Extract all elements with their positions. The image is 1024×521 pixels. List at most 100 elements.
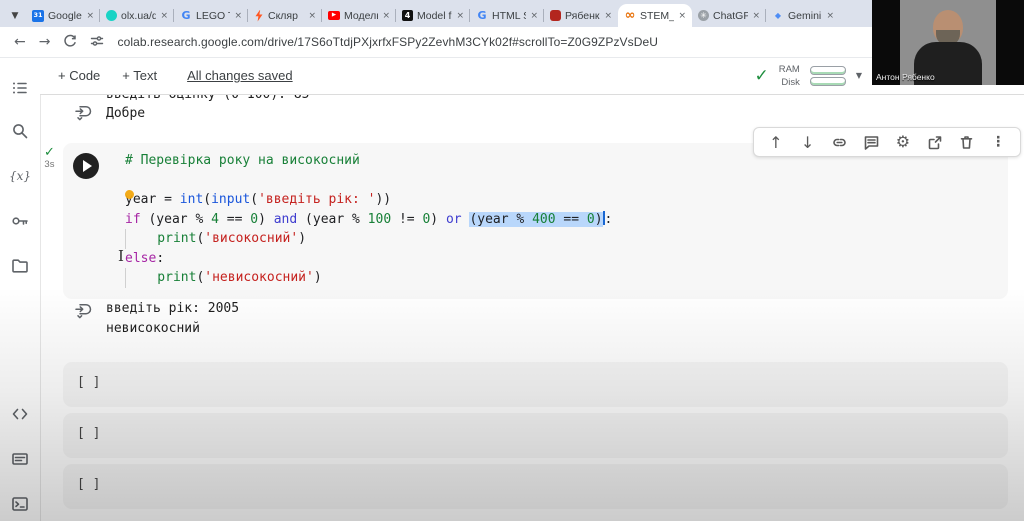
black-4-favicon: 4: [402, 10, 413, 21]
collaborator-cursor: [125, 190, 134, 199]
move-cell-down-icon[interactable]: ↓: [799, 133, 817, 151]
browser-tab-ChatGPT[interactable]: ✳ ChatGPT ×: [692, 4, 766, 27]
browser-tab-olx.ua/d[interactable]: olx.ua/d ×: [100, 4, 174, 27]
tab-close-icon[interactable]: ×: [86, 11, 94, 21]
code-line: # Перевірка року на високосний: [125, 151, 612, 171]
ram-label: RAM: [779, 63, 800, 76]
tab-title: Модель: [344, 10, 378, 22]
code-line: else:: [125, 249, 612, 269]
ram-usage-bar: [810, 66, 846, 75]
copy-link-icon[interactable]: [830, 133, 848, 151]
browser-tab-Gemini[interactable]: ◆ Gemini ×: [766, 4, 840, 27]
move-cell-up-icon[interactable]: ↑: [767, 133, 785, 151]
olx-favicon: [106, 10, 117, 21]
forward-icon[interactable]: →: [39, 35, 51, 49]
back-icon[interactable]: ←: [14, 35, 26, 49]
reload-icon[interactable]: [63, 34, 77, 50]
table-of-contents-icon[interactable]: [10, 78, 30, 98]
tab-title: Model f: [417, 10, 452, 22]
code-line: if (year % 4 == 0) and (year % 100 != 0)…: [125, 210, 612, 230]
tab-close-icon[interactable]: ×: [382, 11, 390, 21]
notebook-content: введіть оцінку (0-100): 85 Добре ✓ 3s # …: [41, 94, 1024, 521]
youtube-favicon: ▶: [328, 11, 340, 20]
connected-check-icon: ✓: [754, 66, 768, 86]
search-icon[interactable]: [10, 121, 30, 141]
lightning-favicon: [254, 10, 264, 22]
tab-close-icon[interactable]: ×: [160, 11, 168, 21]
mirror-cell-icon[interactable]: [926, 133, 944, 151]
execution-badge: ✓ 3s: [44, 146, 55, 170]
tab-title: Gemini: [788, 10, 822, 22]
browser-tab-Модель[interactable]: ▶ Модель ×: [322, 4, 396, 27]
address-bar: ← → colab.research.google.com/drive/17S6…: [0, 27, 1024, 58]
colab-favicon: ∞: [624, 10, 636, 22]
empty-code-cell[interactable]: [ ]: [63, 362, 1008, 407]
tab-close-icon[interactable]: ×: [308, 11, 316, 21]
tab-close-icon[interactable]: ×: [234, 11, 242, 21]
output-toggle-icon[interactable]: [73, 301, 93, 321]
tab-title: olx.ua/d: [121, 10, 156, 22]
cell-output-line: невисокосний: [106, 319, 200, 339]
resources-caret-icon[interactable]: ▼: [856, 71, 862, 80]
comment-icon[interactable]: [862, 133, 880, 151]
browser-tab-Model f[interactable]: 4 Model f ×: [396, 4, 470, 27]
run-cell-button[interactable]: [73, 153, 99, 179]
browser-tab-Скляр[interactable]: Скляр ×: [248, 4, 322, 27]
tab-title: Google: [48, 10, 82, 22]
disk-label: Disk: [779, 76, 800, 89]
tab-title: HTML S: [492, 10, 526, 22]
code-line: print('невисокосний'): [125, 268, 612, 288]
browser-tab-Рябенко[interactable]: Рябенко ×: [544, 4, 618, 27]
url-text[interactable]: colab.research.google.com/drive/17S6oTtd…: [117, 35, 658, 49]
tab-close-icon[interactable]: ×: [678, 11, 686, 21]
tabs-container: 31Google×olx.ua/d×GLEGO TE×Скляр×▶Модель…: [26, 4, 840, 27]
variables-icon[interactable]: {x}: [10, 166, 30, 186]
command-palette-icon[interactable]: [10, 449, 30, 469]
gemini-favicon: ◆: [772, 10, 784, 22]
tab-close-icon[interactable]: ×: [752, 11, 760, 21]
add-text-button[interactable]: + Text: [122, 68, 157, 83]
tab-close-icon[interactable]: ×: [456, 11, 464, 21]
site-info-icon[interactable]: [90, 34, 104, 50]
cell-toolbar: ↑ ↓ ⚙ ⋮: [753, 127, 1021, 157]
browser-tab-LEGO TE[interactable]: GLEGO TE×: [174, 4, 248, 27]
cell-prompt: [ ]: [77, 375, 100, 390]
secrets-key-icon[interactable]: [10, 211, 30, 231]
tab-title: ChatGPT: [713, 10, 748, 22]
tab-close-icon[interactable]: ×: [604, 11, 612, 21]
execution-time: 3s: [44, 159, 55, 170]
terminal-icon[interactable]: [10, 494, 30, 514]
webcam-name-label: Антон Рябенко: [876, 72, 935, 82]
left-sidebar: {x}: [0, 57, 41, 521]
tab-search-chevron-icon[interactable]: ▼: [4, 4, 26, 27]
tab-close-icon[interactable]: ×: [530, 11, 538, 21]
empty-code-cell[interactable]: [ ]: [63, 464, 1008, 509]
code-editor[interactable]: # Перевірка року на високосний year = in…: [125, 151, 612, 288]
empty-code-cell[interactable]: [ ]: [63, 413, 1008, 458]
more-actions-icon[interactable]: ⋮: [989, 133, 1007, 151]
tab-close-icon[interactable]: ×: [826, 11, 834, 21]
webcam-overlay: Антон Рябенко: [872, 0, 1024, 85]
tab-title: Скляр: [268, 10, 304, 22]
chatgpt-favicon: ✳: [698, 10, 709, 21]
cell-settings-gear-icon[interactable]: ⚙: [894, 133, 912, 151]
resources-cluster[interactable]: ✓ RAM Disk ▼: [754, 57, 862, 94]
code-line: year = int(input('введіть рік: ')): [125, 190, 612, 210]
code-snippets-icon[interactable]: [10, 404, 30, 424]
tab-title: LEGO TE: [196, 10, 230, 22]
tab-title: STEM_2: [640, 10, 674, 22]
google-g-favicon: G: [476, 10, 488, 22]
delete-cell-icon[interactable]: [957, 133, 975, 151]
browser-tab-HTML S[interactable]: G HTML S ×: [470, 4, 544, 27]
add-code-button[interactable]: + Code: [58, 68, 100, 83]
save-status[interactable]: All changes saved: [187, 68, 293, 83]
files-folder-icon[interactable]: [10, 256, 30, 276]
browser-window: ▼ 31Google×olx.ua/d×GLEGO TE×Скляр×▶Моде…: [0, 0, 1024, 521]
cell-output-line: введіть рік: 2005: [106, 299, 239, 319]
play-icon: [83, 160, 92, 172]
output-toggle-icon[interactable]: [73, 103, 93, 123]
browser-tab-Google[interactable]: 31Google×: [26, 4, 100, 27]
browser-tab-STEM_2[interactable]: ∞ STEM_2 ×: [618, 4, 692, 27]
tab-title: Рябенко: [565, 10, 600, 22]
cell-prompt: [ ]: [77, 477, 100, 492]
